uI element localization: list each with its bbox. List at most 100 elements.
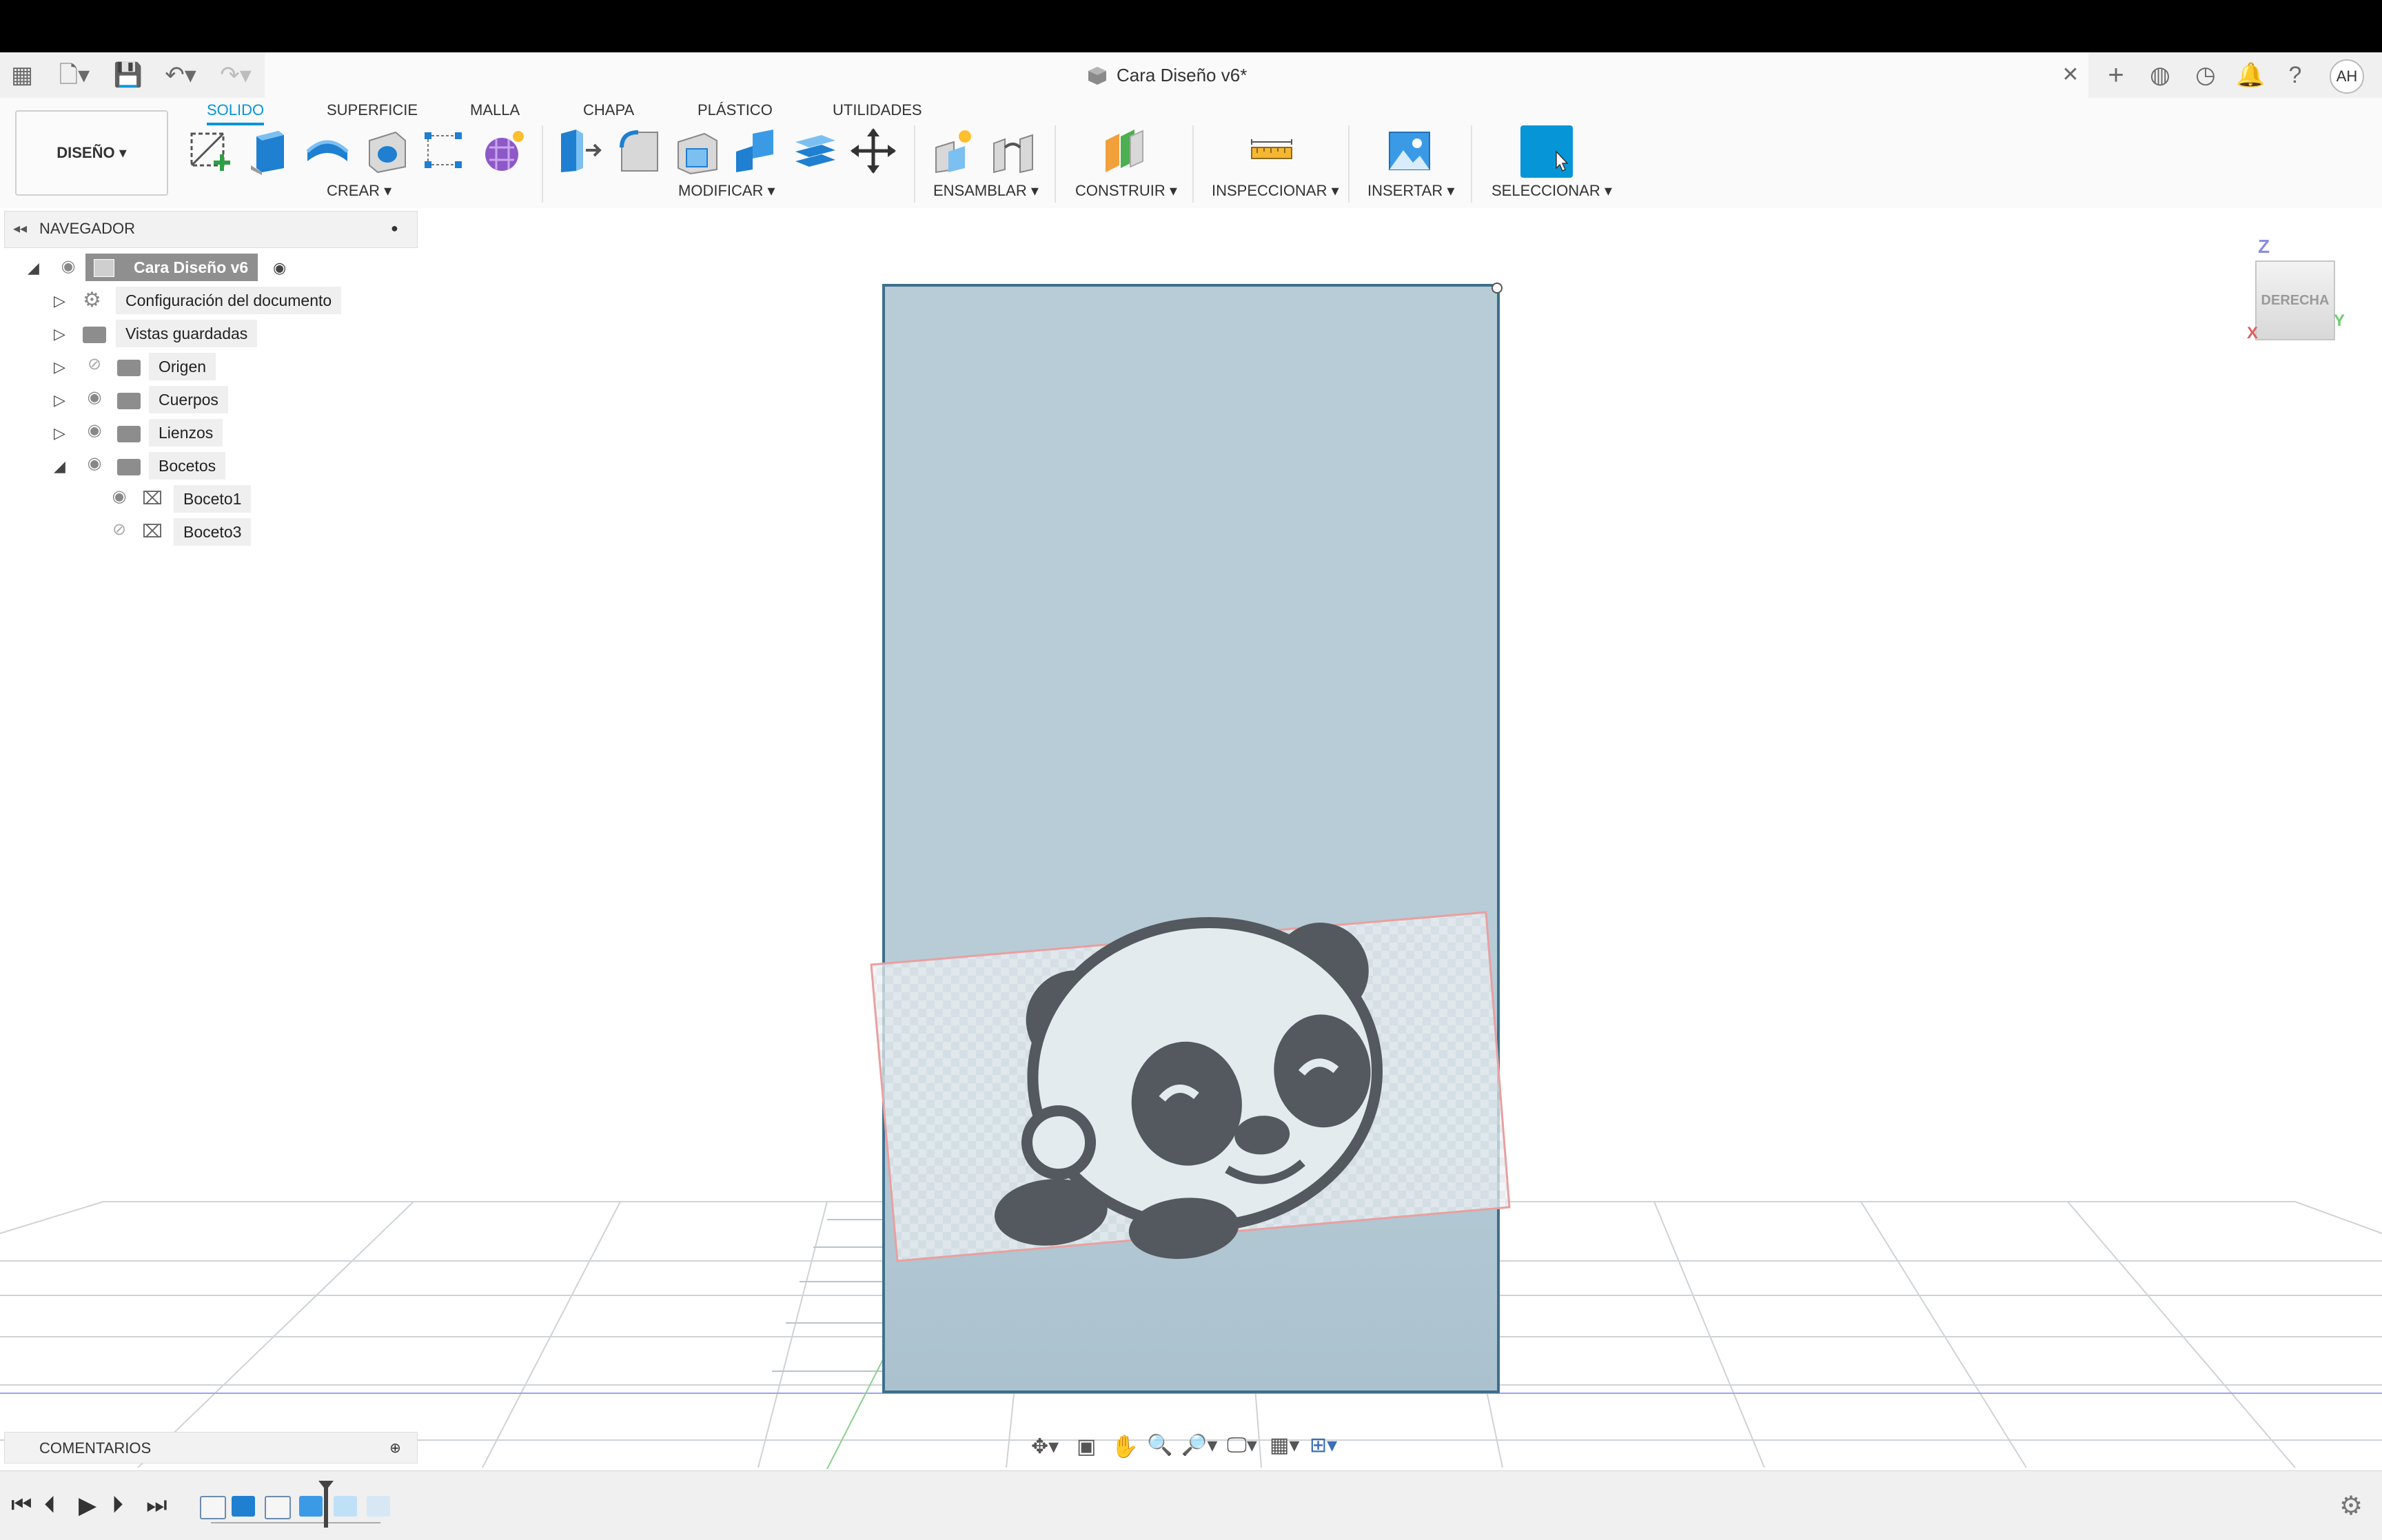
nav-item-boceto1[interactable]: Boceto1 <box>174 485 252 513</box>
play-icon[interactable]: ▶ <box>79 1492 96 1519</box>
document-tab[interactable]: Cara Diseño v6* ✕ <box>265 52 2088 98</box>
nav-item-bocetos[interactable]: Bocetos <box>149 452 226 480</box>
fillet-icon[interactable] <box>615 127 663 175</box>
timeline-marker-head[interactable] <box>318 1481 334 1490</box>
eye-hidden-icon[interactable]: ⊘ <box>84 354 105 374</box>
orbit-icon[interactable]: ✥▾ <box>1031 1435 1059 1459</box>
offset-plane-icon[interactable] <box>1100 127 1148 175</box>
zoom-icon[interactable]: 🔍 <box>1147 1433 1172 1457</box>
navigator-pin-icon[interactable]: ● <box>391 221 398 236</box>
tab-superficie[interactable]: SUPERFICIE <box>327 98 418 123</box>
document-title: Cara Diseño v6* <box>1117 65 1248 85</box>
offset-face-icon[interactable] <box>791 127 839 175</box>
app-grid-icon[interactable]: ▦ <box>7 52 37 98</box>
expand-triangle-icon[interactable]: ▷ <box>54 292 65 310</box>
eye-icon[interactable]: ◉ <box>84 387 105 407</box>
combine-icon[interactable] <box>732 127 780 175</box>
tab-utilidades[interactable]: UTILIDADES <box>833 98 922 123</box>
hole-icon[interactable] <box>363 127 411 175</box>
revolve-icon[interactable] <box>303 127 352 175</box>
eye-icon[interactable]: ◉ <box>109 486 130 506</box>
group-crear[interactable]: CREAR ▾ <box>327 182 391 200</box>
comments-panel-header[interactable]: COMENTARIOS ⊕ <box>4 1432 418 1464</box>
timeline-feature-canvas[interactable] <box>299 1496 323 1517</box>
go-to-end-icon[interactable]: ⏭ <box>146 1492 167 1519</box>
tab-solido[interactable]: SOLIDO <box>207 98 265 125</box>
eye-icon[interactable]: ◉ <box>84 420 105 440</box>
notifications-icon[interactable]: 🔔 <box>2236 52 2265 98</box>
go-to-start-icon[interactable]: ⏮ <box>11 1492 32 1519</box>
press-pull-icon[interactable] <box>556 127 604 175</box>
group-insertar[interactable]: INSERTAR ▾ <box>1367 182 1454 200</box>
new-component-icon[interactable] <box>930 127 979 175</box>
move-icon[interactable] <box>849 127 897 175</box>
create-sketch-icon[interactable] <box>186 127 234 175</box>
expand-triangle-icon[interactable]: ▷ <box>54 424 65 442</box>
tab-chapa[interactable]: CHAPA <box>583 98 634 123</box>
add-comment-icon[interactable]: ⊕ <box>389 1439 401 1457</box>
timeline-settings-gear-icon[interactable]: ⚙ <box>2339 1490 2363 1521</box>
create-form-icon[interactable] <box>478 127 527 175</box>
nav-item-boceto3[interactable]: Boceto3 <box>174 518 252 546</box>
tab-malla[interactable]: MALLA <box>470 98 520 123</box>
extensions-icon[interactable]: ◍ <box>2146 52 2174 98</box>
pan-hand-icon[interactable]: ✋ <box>1111 1433 1139 1459</box>
nav-item-lienzos[interactable]: Lienzos <box>149 419 223 446</box>
step-back-icon[interactable]: ⏴ <box>44 1492 56 1519</box>
workspace-switcher-button[interactable]: DISEÑO ▾ <box>15 110 168 196</box>
activate-radio-icon[interactable]: ◉ <box>273 259 286 277</box>
joint-icon[interactable] <box>990 127 1038 175</box>
root-component[interactable]: Cara Diseño v6 <box>85 254 258 281</box>
shell-icon[interactable] <box>674 127 722 175</box>
save-icon[interactable]: 💾 <box>113 52 143 98</box>
timeline-feature-canvas[interactable] <box>367 1496 390 1517</box>
timeline-feature-sketch[interactable] <box>200 1496 226 1519</box>
nav-item-cuerpos[interactable]: Cuerpos <box>149 386 228 413</box>
expand-triangle-icon[interactable]: ▷ <box>54 391 65 409</box>
extrude-icon[interactable] <box>244 127 292 175</box>
root-label: Cara Diseño v6 <box>134 258 249 276</box>
nav-item-origen[interactable]: Origen <box>149 353 216 380</box>
zoom-window-icon[interactable]: 🔎▾ <box>1181 1433 1217 1457</box>
step-forward-icon[interactable]: ⏵ <box>112 1492 123 1519</box>
nav-item-vistas-guardadas[interactable]: Vistas guardadas <box>116 320 258 347</box>
redo-icon[interactable]: ↷▾ <box>214 52 258 98</box>
file-menu-icon[interactable]: 🗋▾ <box>52 52 96 98</box>
help-icon[interactable]: ? <box>2281 52 2309 98</box>
new-tab-icon[interactable]: + <box>2102 52 2130 98</box>
timeline-feature-extrude[interactable] <box>232 1496 255 1517</box>
group-seleccionar[interactable]: SELECCIONAR ▾ <box>1492 182 1612 200</box>
tab-plastico[interactable]: PLÁSTICO <box>698 98 773 123</box>
undo-icon[interactable]: ↶▾ <box>159 52 203 98</box>
group-modificar[interactable]: MODIFICAR ▾ <box>678 182 775 200</box>
timeline-feature-sketch[interactable] <box>265 1496 291 1519</box>
eye-icon[interactable]: ◉ <box>84 453 105 473</box>
group-construir[interactable]: CONSTRUIR ▾ <box>1075 182 1177 200</box>
expand-triangle-icon[interactable]: ▷ <box>54 358 65 376</box>
display-settings-icon[interactable]: 🖵▾ <box>1227 1433 1257 1457</box>
collapse-triangle-icon[interactable]: ◢ <box>28 259 39 277</box>
grid-settings-icon[interactable]: ▦▾ <box>1270 1433 1299 1457</box>
look-at-icon[interactable]: ▣ <box>1077 1435 1096 1459</box>
vertex-point[interactable] <box>1492 283 1503 294</box>
user-avatar[interactable]: AH <box>2330 59 2364 94</box>
viewports-icon[interactable]: ⊞▾ <box>1310 1433 1337 1457</box>
measure-icon[interactable] <box>1248 127 1296 175</box>
close-tab-icon[interactable]: ✕ <box>2057 52 2084 98</box>
group-inspeccionar[interactable]: INSPECCIONAR ▾ <box>1212 182 1339 200</box>
collapse-triangle-icon[interactable]: ◢ <box>54 458 65 475</box>
pattern-icon[interactable] <box>420 127 469 175</box>
timeline-feature-canvas[interactable] <box>334 1496 357 1517</box>
timeline-marker[interactable] <box>324 1485 328 1528</box>
insert-canvas-icon[interactable] <box>1385 127 1434 175</box>
select-button[interactable] <box>1520 125 1573 178</box>
eye-hidden-icon[interactable]: ⊘ <box>109 520 130 540</box>
navigator-header[interactable]: ◂◂ NAVEGADOR ● <box>4 211 418 248</box>
group-ensamblar[interactable]: ENSAMBLAR ▾ <box>933 182 1039 200</box>
view-cube[interactable]: DERECHA <box>2255 260 2335 340</box>
job-status-icon[interactable]: ◷ <box>2192 52 2219 98</box>
eye-icon[interactable]: ◉ <box>58 256 79 276</box>
nav-item-configuracion[interactable]: Configuración del documento <box>116 287 342 314</box>
expand-triangle-icon[interactable]: ▷ <box>54 325 65 343</box>
collapse-panel-icon[interactable]: ◂◂ <box>13 220 27 237</box>
